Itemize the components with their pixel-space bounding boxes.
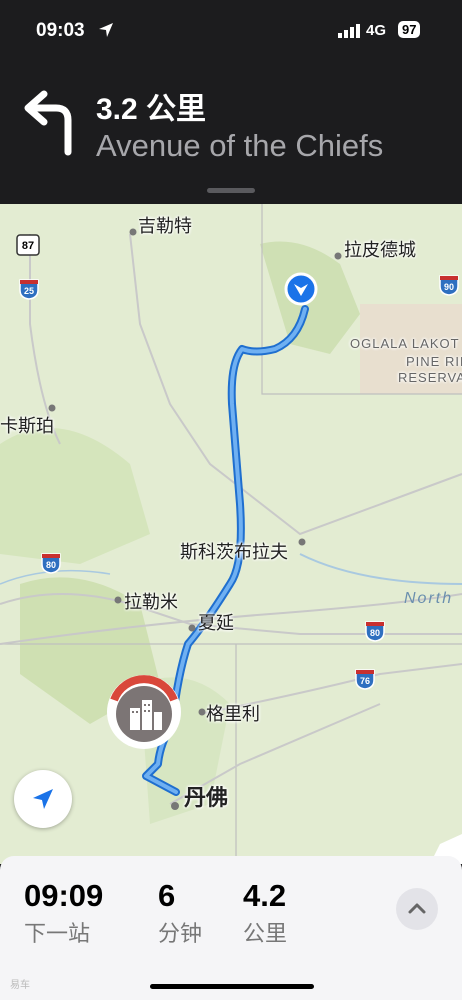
turn-left-icon	[24, 90, 72, 156]
watermark: 易车	[10, 980, 30, 991]
interstate-80-shield-icon: 80	[365, 621, 385, 642]
navigation-banner[interactable]: 3.2 公里 Avenue of the Chiefs	[0, 62, 462, 204]
signal-icon	[338, 24, 360, 38]
map-canvas[interactable]	[0, 204, 462, 864]
us-highway-87-shield-icon: 87	[16, 234, 40, 256]
battery-indicator: 97	[398, 21, 421, 38]
expand-sheet-button[interactable]	[396, 888, 438, 930]
city-label-laramie: 拉勒米	[124, 592, 178, 612]
shield-90-text: 90	[444, 282, 454, 292]
current-position-marker-icon[interactable]	[284, 272, 318, 306]
city-label-rapid-city: 拉皮德城	[344, 240, 416, 260]
interstate-76-shield-icon: 76	[355, 669, 375, 690]
minutes-value: 6	[158, 878, 176, 913]
reservation-label-1: OGLALA LAKOT	[350, 336, 460, 351]
distance-value: 4.2	[243, 878, 287, 913]
maneuver-distance: 3.2 公里	[96, 93, 207, 126]
city-label-gillette: 吉勒特	[138, 216, 192, 236]
home-indicator[interactable]	[150, 984, 314, 989]
status-time: 09:03	[36, 20, 85, 41]
status-bar: 09:03 4G 97	[0, 0, 462, 62]
shield-80b-text: 80	[370, 628, 380, 638]
city-label-denver: 丹佛	[184, 785, 229, 810]
shield-25-text: 25	[24, 286, 34, 296]
trip-summary-sheet[interactable]: 09:09 下一站 6 分钟 4.2 公里	[0, 856, 462, 1000]
location-arrow-icon	[99, 23, 113, 37]
city-label-cheyenne: 夏延	[198, 613, 234, 633]
destination-city-marker-icon[interactable]	[104, 672, 184, 752]
reservation-label-3: RESERVATIO	[398, 370, 462, 385]
interstate-80-shield-icon: 80	[41, 553, 61, 574]
city-label-casper: 卡斯珀	[0, 416, 54, 436]
river-label: North	[404, 590, 454, 607]
chevron-up-icon	[408, 903, 426, 914]
interstate-25-shield-icon: 25	[19, 279, 39, 300]
recenter-location-button[interactable]	[14, 770, 72, 828]
minutes-label: 分钟	[158, 921, 203, 946]
arrival-label: 下一站	[24, 921, 91, 946]
map-view[interactable]: 吉勒特 拉皮德城 卡斯珀 斯科茨布拉夫 拉勒米 夏延 格里利 丹佛 OGLALA…	[0, 204, 462, 864]
city-label-scottsbluff: 斯科茨布拉夫	[180, 542, 288, 562]
distance-stat: 4.2 公里	[243, 878, 287, 948]
drag-handle[interactable]	[207, 188, 255, 193]
street-name: Avenue of the Chiefs	[96, 128, 384, 163]
shield-76-text: 76	[360, 676, 370, 686]
location-arrow-icon	[33, 789, 53, 809]
distance-label: 公里	[243, 921, 288, 946]
arrival-stat: 09:09 下一站	[24, 878, 103, 948]
interstate-90-shield-icon: 90	[439, 275, 459, 296]
arrival-time: 09:09	[24, 878, 104, 913]
network-type: 4G	[366, 22, 387, 39]
shield-80a-text: 80	[46, 560, 56, 570]
minutes-stat: 6 分钟	[158, 878, 202, 948]
shield-87-text: 87	[22, 240, 34, 252]
city-label-greeley: 格里利	[206, 704, 260, 724]
reservation-label-2: PINE RIDG	[406, 354, 462, 369]
